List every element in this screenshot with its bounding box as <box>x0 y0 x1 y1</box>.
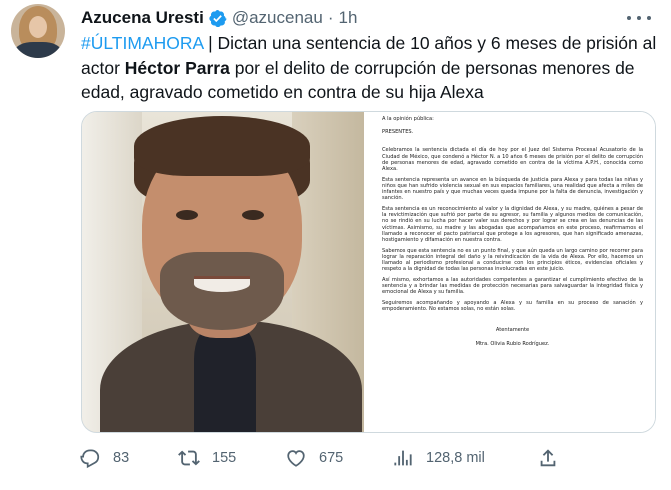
tweet-text-line2-post: por el delito de corrupción de personas … <box>229 57 635 78</box>
tweet-text-line3: edad, agravado cometido en contra de su … <box>81 82 484 102</box>
actor-photo[interactable] <box>82 112 364 432</box>
reply-icon <box>79 447 101 469</box>
letter-paragraph: Seguiremos acompañando y apoyando a Alex… <box>382 300 643 313</box>
letter-paragraph: Sabemos que esta sentencia no es un punt… <box>382 247 643 273</box>
retweet-count: 155 <box>212 450 237 466</box>
tweet-actions: 83 155 675 128,8 mil <box>79 444 559 472</box>
share-icon <box>537 447 559 469</box>
hashtag-link[interactable]: #ÚLTIMAHORA <box>81 33 203 53</box>
letter-closing: Atentamente <box>495 326 530 333</box>
tweet-card: Azucena Uresti @azucenau · 1h #ÚLTIMAHOR… <box>0 0 671 490</box>
timestamp[interactable]: 1h <box>339 8 358 28</box>
views-button[interactable]: 128,8 mil <box>392 444 485 472</box>
tweet-text-line2-pre: actor <box>81 57 125 78</box>
verified-badge-icon <box>208 9 227 28</box>
views-count: 128,8 mil <box>426 450 485 466</box>
separator: · <box>327 8 334 27</box>
retweet-button[interactable]: 155 <box>178 444 236 472</box>
more-options-icon[interactable] <box>627 8 651 28</box>
reply-button[interactable]: 83 <box>79 444 129 472</box>
like-icon <box>285 447 307 469</box>
like-count: 675 <box>319 450 344 466</box>
tweet-header: Azucena Uresti @azucenau · 1h <box>81 7 357 29</box>
share-button[interactable] <box>537 444 559 472</box>
views-icon <box>392 447 414 469</box>
letter-paragraph: Así mismo, exhortamos a las autoridades … <box>382 277 643 296</box>
letter-paragraph: Esta sentencia representa un avance en l… <box>382 176 643 202</box>
author-handle[interactable]: @azucenau <box>232 8 323 28</box>
avatar[interactable] <box>11 4 65 58</box>
letter-signature: Mtra. Olivia Rubio Rodríguez. <box>475 340 550 347</box>
letter-paragraph: Celebramos la sentencia dictada el día d… <box>382 147 643 173</box>
tweet-text-bold-name: Héctor Parra <box>124 57 230 78</box>
author-name[interactable]: Azucena Uresti <box>81 8 204 28</box>
tweet-media[interactable]: A la opinión pública: PRESENTES. Celebra… <box>81 111 656 433</box>
reply-count: 83 <box>113 450 130 466</box>
statement-letter-image[interactable]: A la opinión pública: PRESENTES. Celebra… <box>370 112 655 432</box>
letter-presentes: PRESENTES. <box>382 129 414 136</box>
letter-greeting: A la opinión pública: <box>382 116 434 122</box>
retweet-icon <box>178 447 200 469</box>
tweet-text-line1: | Dictan una sentencia de 10 años y 6 me… <box>203 33 657 53</box>
like-button[interactable]: 675 <box>285 444 343 472</box>
tweet-text: #ÚLTIMAHORA | Dictan una sentencia de 10… <box>81 31 656 105</box>
letter-paragraph: Esta sentencia es un reconocimiento al v… <box>382 206 643 244</box>
